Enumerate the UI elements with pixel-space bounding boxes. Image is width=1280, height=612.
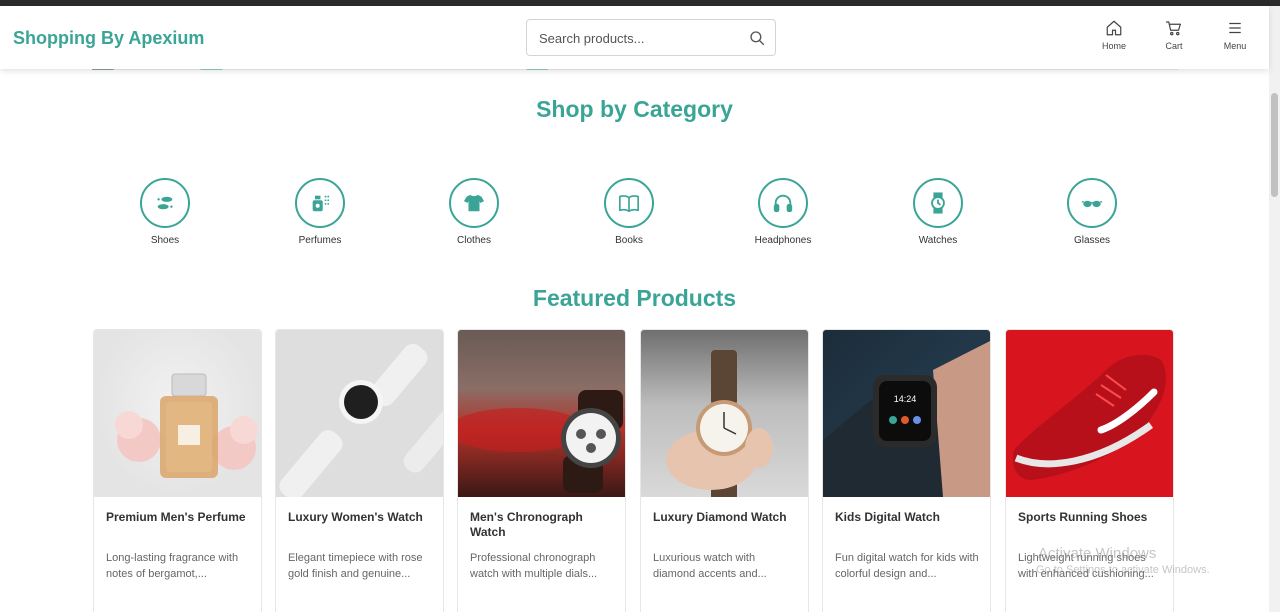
cart-icon: [1165, 21, 1181, 36]
product-card[interactable]: Luxury Diamond Watch Luxurious watch wit…: [640, 329, 809, 612]
nav-cart[interactable]: Cart: [1149, 19, 1199, 51]
product-image-running-shoes[interactable]: [1006, 330, 1173, 497]
red-shoe-illustration: [1012, 354, 1166, 480]
brand-logo[interactable]: Shopping By Apexium: [13, 28, 204, 49]
category-headphones-circle: [758, 178, 808, 228]
product-card[interactable]: Premium Men's Perfume Long-lasting fragr…: [93, 329, 262, 612]
activate-windows-watermark: Activate Windows Go to Settings to activ…: [1036, 545, 1210, 576]
product-image-perfume[interactable]: [94, 330, 261, 497]
product-name[interactable]: Kids Digital Watch: [835, 510, 980, 525]
category-watches[interactable]: Watches: [883, 178, 993, 246]
nav-menu-label: Menu: [1223, 41, 1247, 51]
menu-icon: [1229, 22, 1241, 34]
product-name[interactable]: Men's Chronograph Watch: [470, 510, 615, 540]
category-section-title: Shop by Category: [536, 96, 733, 122]
product-image-womens-watch[interactable]: [276, 330, 443, 497]
hand-watch-illustration: [666, 350, 773, 497]
page-scrollbar[interactable]: [1269, 6, 1280, 612]
category-label: Clothes: [457, 235, 491, 246]
category-clothes-circle: [449, 178, 499, 228]
site-header: Shopping By Apexium Home Cart Menu: [0, 6, 1269, 69]
nav-home[interactable]: Home: [1089, 19, 1139, 51]
book-icon: [619, 195, 639, 213]
watermark-subtitle: Go to Settings to activate Windows.: [1036, 564, 1210, 576]
headphones-icon: [773, 194, 793, 213]
white-watch-illustration: [279, 343, 443, 497]
product-name[interactable]: Sports Running Shoes: [1018, 510, 1163, 525]
category-perfumes[interactable]: Perfumes: [265, 178, 375, 246]
product-name[interactable]: Luxury Diamond Watch: [653, 510, 798, 525]
nav-cart-label: Cart: [1165, 41, 1183, 51]
category-label: Headphones: [754, 235, 812, 246]
category-clothes[interactable]: Clothes: [419, 178, 529, 246]
product-card[interactable]: Men's Chronograph Watch Professional chr…: [457, 329, 626, 612]
perfume-bottle-illustration: [115, 373, 258, 478]
product-image-chronograph[interactable]: [458, 330, 625, 497]
product-image-diamond-watch[interactable]: [641, 330, 808, 497]
category-glasses[interactable]: Glasses: [1037, 178, 1147, 246]
product-description: Professional chronograph watch with mult…: [470, 552, 598, 580]
category-books-circle: [604, 178, 654, 228]
category-label: Shoes: [150, 235, 180, 246]
product-image-digital-watch[interactable]: 14:24: [823, 330, 990, 497]
category-label: Glasses: [1073, 235, 1111, 246]
svg-text:14:24: 14:24: [894, 394, 917, 404]
search-input[interactable]: [539, 29, 739, 47]
product-description: Elegant timepiece with rose gold finish …: [288, 552, 423, 580]
glasses-icon: [1081, 200, 1103, 208]
shoes-icon: [157, 196, 173, 210]
tshirt-icon: [463, 194, 485, 212]
category-headphones[interactable]: Headphones: [728, 178, 838, 246]
watch-icon: [931, 192, 945, 214]
category-label: Books: [615, 235, 643, 246]
category-books[interactable]: Books: [574, 178, 684, 246]
product-description: Fun digital watch for kids with colorful…: [835, 552, 979, 580]
featured-section-title: Featured Products: [532, 285, 737, 311]
product-card[interactable]: Luxury Women's Watch Elegant timepiece w…: [275, 329, 444, 612]
category-watches-circle: [913, 178, 963, 228]
product-description: Luxurious watch with diamond accents and…: [653, 552, 767, 580]
category-glasses-circle: [1067, 178, 1117, 228]
product-name[interactable]: Luxury Women's Watch: [288, 510, 433, 525]
nav-home-label: Home: [1101, 41, 1126, 51]
category-shoes-circle: [140, 178, 190, 228]
product-description: Long-lasting fragrance with notes of ber…: [106, 552, 239, 580]
chronograph-illustration: [458, 390, 623, 493]
search-icon[interactable]: [748, 29, 766, 47]
product-card[interactable]: 14:24 Kids Digital Watch Fun digital wat…: [822, 329, 991, 612]
category-shoes[interactable]: Shoes: [110, 178, 220, 246]
category-label: Watches: [918, 235, 958, 246]
category-perfumes-circle: [295, 178, 345, 228]
smartwatch-illustration: 14:24: [823, 341, 990, 497]
watermark-title: Activate Windows: [1038, 545, 1157, 562]
home-icon: [1106, 20, 1122, 36]
category-label: Perfumes: [298, 235, 342, 246]
scrollbar-thumb[interactable]: [1271, 93, 1278, 197]
perfume-icon: [312, 195, 330, 212]
nav-menu[interactable]: Menu: [1210, 19, 1260, 51]
product-name[interactable]: Premium Men's Perfume: [106, 510, 251, 525]
search-box: [526, 19, 776, 56]
